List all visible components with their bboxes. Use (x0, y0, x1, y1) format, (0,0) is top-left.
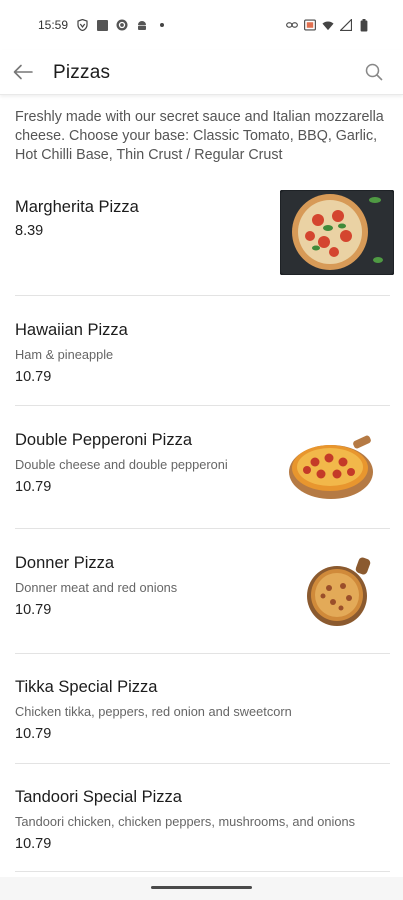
item-description: Chicken tikka, peppers, red onion and sw… (15, 704, 292, 719)
menu-item-hawaiian[interactable]: Hawaiian Pizza Ham & pineapple 10.79 (15, 315, 389, 395)
cast-icon (304, 19, 316, 31)
item-name: Margherita Pizza (15, 198, 139, 216)
square-icon (96, 19, 108, 31)
app-bar: Pizzas (0, 50, 403, 95)
item-price: 8.39 (15, 223, 44, 239)
item-price: 10.79 (15, 479, 52, 495)
back-button[interactable] (10, 60, 36, 84)
item-image (279, 189, 395, 276)
menu-item-tandoori-special[interactable]: Tandoori Special Pizza Tandoori chicken,… (15, 782, 389, 862)
item-image (285, 430, 381, 502)
item-description: Donner meat and red onions (15, 580, 178, 595)
divider (15, 528, 390, 529)
item-price: 10.79 (15, 836, 52, 852)
sync-icon (116, 19, 128, 31)
status-time: 15:59 (38, 18, 69, 32)
menu-item-margherita[interactable]: Margherita Pizza 8.39 (15, 189, 395, 290)
page-title: Pizzas (53, 62, 111, 83)
arrow-left-icon (13, 64, 33, 80)
item-description: Ham & pineapple (15, 347, 114, 362)
menu-item-donner[interactable]: Donner Pizza Donner meat and red onions … (15, 548, 389, 643)
item-name: Hawaiian Pizza (15, 321, 128, 339)
search-icon (365, 63, 383, 81)
search-button[interactable] (363, 61, 385, 83)
item-name: Tikka Special Pizza (15, 678, 158, 696)
menu-item-tikka-special[interactable]: Tikka Special Pizza Chicken tikka, peppe… (15, 672, 389, 752)
gesture-handle[interactable] (151, 886, 252, 889)
divider (15, 653, 390, 654)
shield-icon (76, 19, 88, 31)
item-name: Donner Pizza (15, 554, 115, 572)
signal-icon (340, 19, 352, 31)
menu-item-double-pepperoni[interactable]: Double Pepperoni Pizza Double cheese and… (15, 425, 389, 520)
item-description: Tandoori chicken, chicken peppers, mushr… (15, 814, 356, 829)
item-name: Double Pepperoni Pizza (15, 431, 193, 449)
item-description: Double cheese and double pepperoni (15, 457, 228, 472)
item-name: Tandoori Special Pizza (15, 788, 182, 806)
battery-icon (358, 18, 370, 31)
status-bar: 15:59 (0, 0, 403, 50)
divider (15, 405, 390, 406)
divider (15, 295, 390, 296)
wifi-icon (322, 19, 334, 31)
android-icon (136, 19, 148, 31)
divider (15, 763, 390, 764)
item-image (295, 556, 381, 626)
item-price: 10.79 (15, 369, 52, 385)
dot-icon (156, 19, 168, 31)
divider (15, 871, 390, 872)
category-description: Freshly made with our secret sauce and I… (15, 109, 384, 163)
item-price: 10.79 (15, 602, 52, 618)
link-icon (286, 19, 298, 31)
item-price: 10.79 (15, 726, 52, 742)
